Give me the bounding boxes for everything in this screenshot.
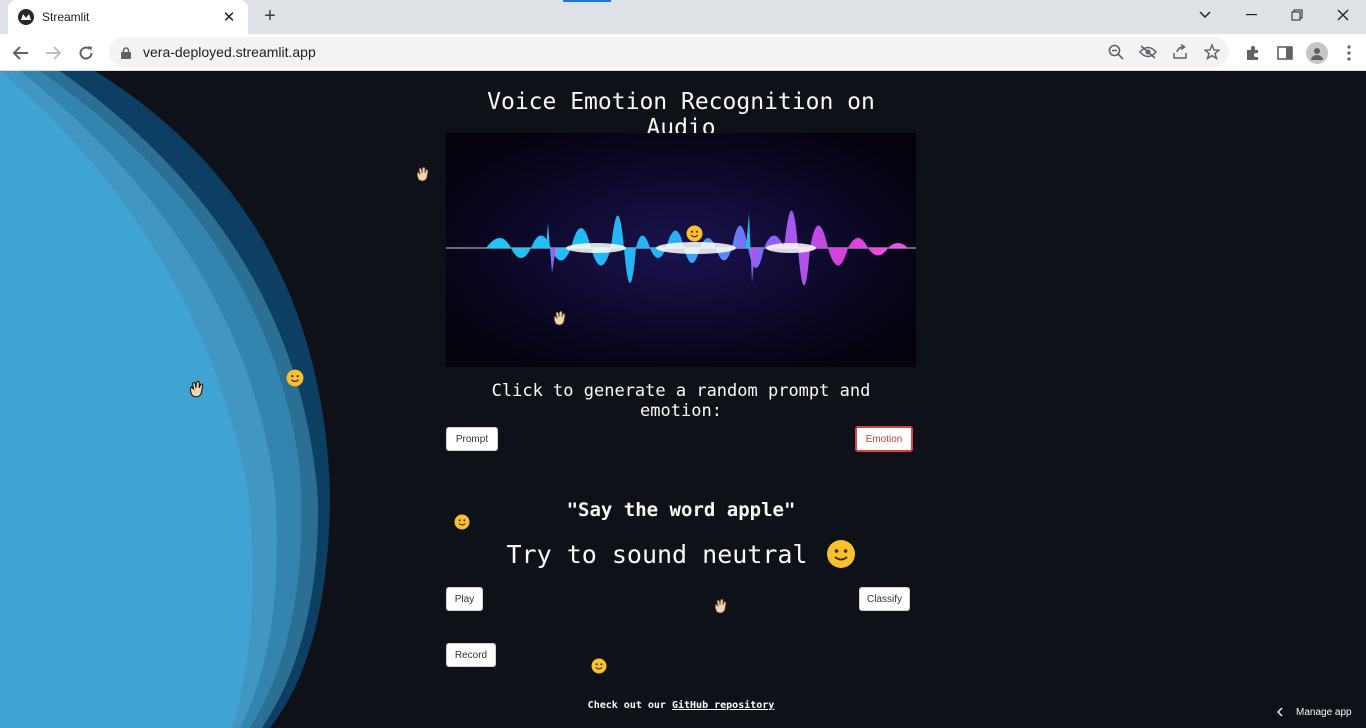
tab-title: Streamlit bbox=[42, 10, 90, 24]
record-button[interactable]: Record bbox=[446, 643, 496, 667]
prompt-button[interactable]: Prompt bbox=[446, 427, 498, 451]
tab-search-icon[interactable] bbox=[1182, 0, 1228, 30]
play-button[interactable]: Play bbox=[446, 587, 483, 611]
back-icon[interactable] bbox=[8, 40, 34, 66]
eye-slash-icon[interactable] bbox=[1139, 43, 1157, 61]
browser-toolbar: vera-deployed.streamlit.app bbox=[0, 34, 1366, 71]
url-text: vera-deployed.streamlit.app bbox=[143, 44, 316, 60]
bookmark-star-icon[interactable] bbox=[1203, 43, 1221, 61]
audio-waveform-banner bbox=[446, 133, 916, 367]
reload-icon[interactable] bbox=[73, 40, 99, 66]
blue-wave-background bbox=[0, 71, 330, 728]
emotion-instruction: Try to sound neutral bbox=[446, 539, 916, 569]
profile-avatar-icon[interactable] bbox=[1304, 40, 1330, 66]
smiling-face-icon bbox=[686, 225, 703, 242]
smiling-face-icon bbox=[591, 658, 607, 674]
minimize-window-icon[interactable] bbox=[1228, 0, 1274, 30]
classify-button[interactable]: Classify bbox=[859, 587, 910, 611]
waving-hand-icon bbox=[189, 380, 204, 398]
extensions-puzzle-icon[interactable] bbox=[1240, 40, 1266, 66]
neutral-face-icon bbox=[826, 540, 855, 568]
footer-text: Check out our GitHub repository bbox=[446, 700, 916, 711]
chevron-left-icon bbox=[1277, 707, 1283, 717]
waving-hand-icon bbox=[416, 166, 429, 182]
smiling-face-icon bbox=[286, 369, 304, 387]
smiling-face-icon bbox=[454, 514, 470, 530]
streamlit-favicon-icon bbox=[18, 9, 34, 25]
close-tab-icon[interactable]: ✕ bbox=[220, 8, 238, 26]
manage-app-label: Manage app bbox=[1296, 706, 1352, 718]
prompt-text: "Say the word apple" bbox=[566, 499, 796, 521]
address-bar[interactable]: vera-deployed.streamlit.app bbox=[109, 37, 1229, 67]
close-window-icon[interactable] bbox=[1320, 0, 1366, 30]
streamlit-app: Voice Emotion Recognition on Audio Click… bbox=[0, 71, 1366, 728]
restore-window-icon[interactable] bbox=[1274, 0, 1320, 30]
emotion-button[interactable]: Emotion bbox=[855, 426, 913, 452]
waving-hand-icon bbox=[714, 598, 727, 614]
waving-hand-icon bbox=[553, 310, 566, 326]
new-tab-button[interactable]: + bbox=[258, 5, 282, 29]
kebab-menu-icon[interactable] bbox=[1336, 40, 1362, 66]
share-icon[interactable] bbox=[1171, 43, 1189, 61]
github-repository-link[interactable]: GitHub repository bbox=[672, 700, 774, 711]
footer-prefix: Check out our bbox=[587, 700, 672, 711]
browser-tab[interactable]: Streamlit ✕ bbox=[8, 0, 248, 34]
zoom-icon[interactable] bbox=[1107, 43, 1125, 61]
browser-tab-strip: Streamlit ✕ + bbox=[0, 0, 1366, 34]
lock-icon bbox=[121, 46, 131, 59]
tab-loading-indicator bbox=[563, 0, 611, 2]
emotion-text: Try to sound neutral bbox=[506, 539, 808, 569]
side-panel-icon[interactable] bbox=[1272, 40, 1298, 66]
instruction-text: Click to generate a random prompt and em… bbox=[491, 381, 871, 421]
manage-app-button[interactable]: Manage app bbox=[1276, 702, 1352, 722]
forward-icon[interactable] bbox=[40, 40, 66, 66]
